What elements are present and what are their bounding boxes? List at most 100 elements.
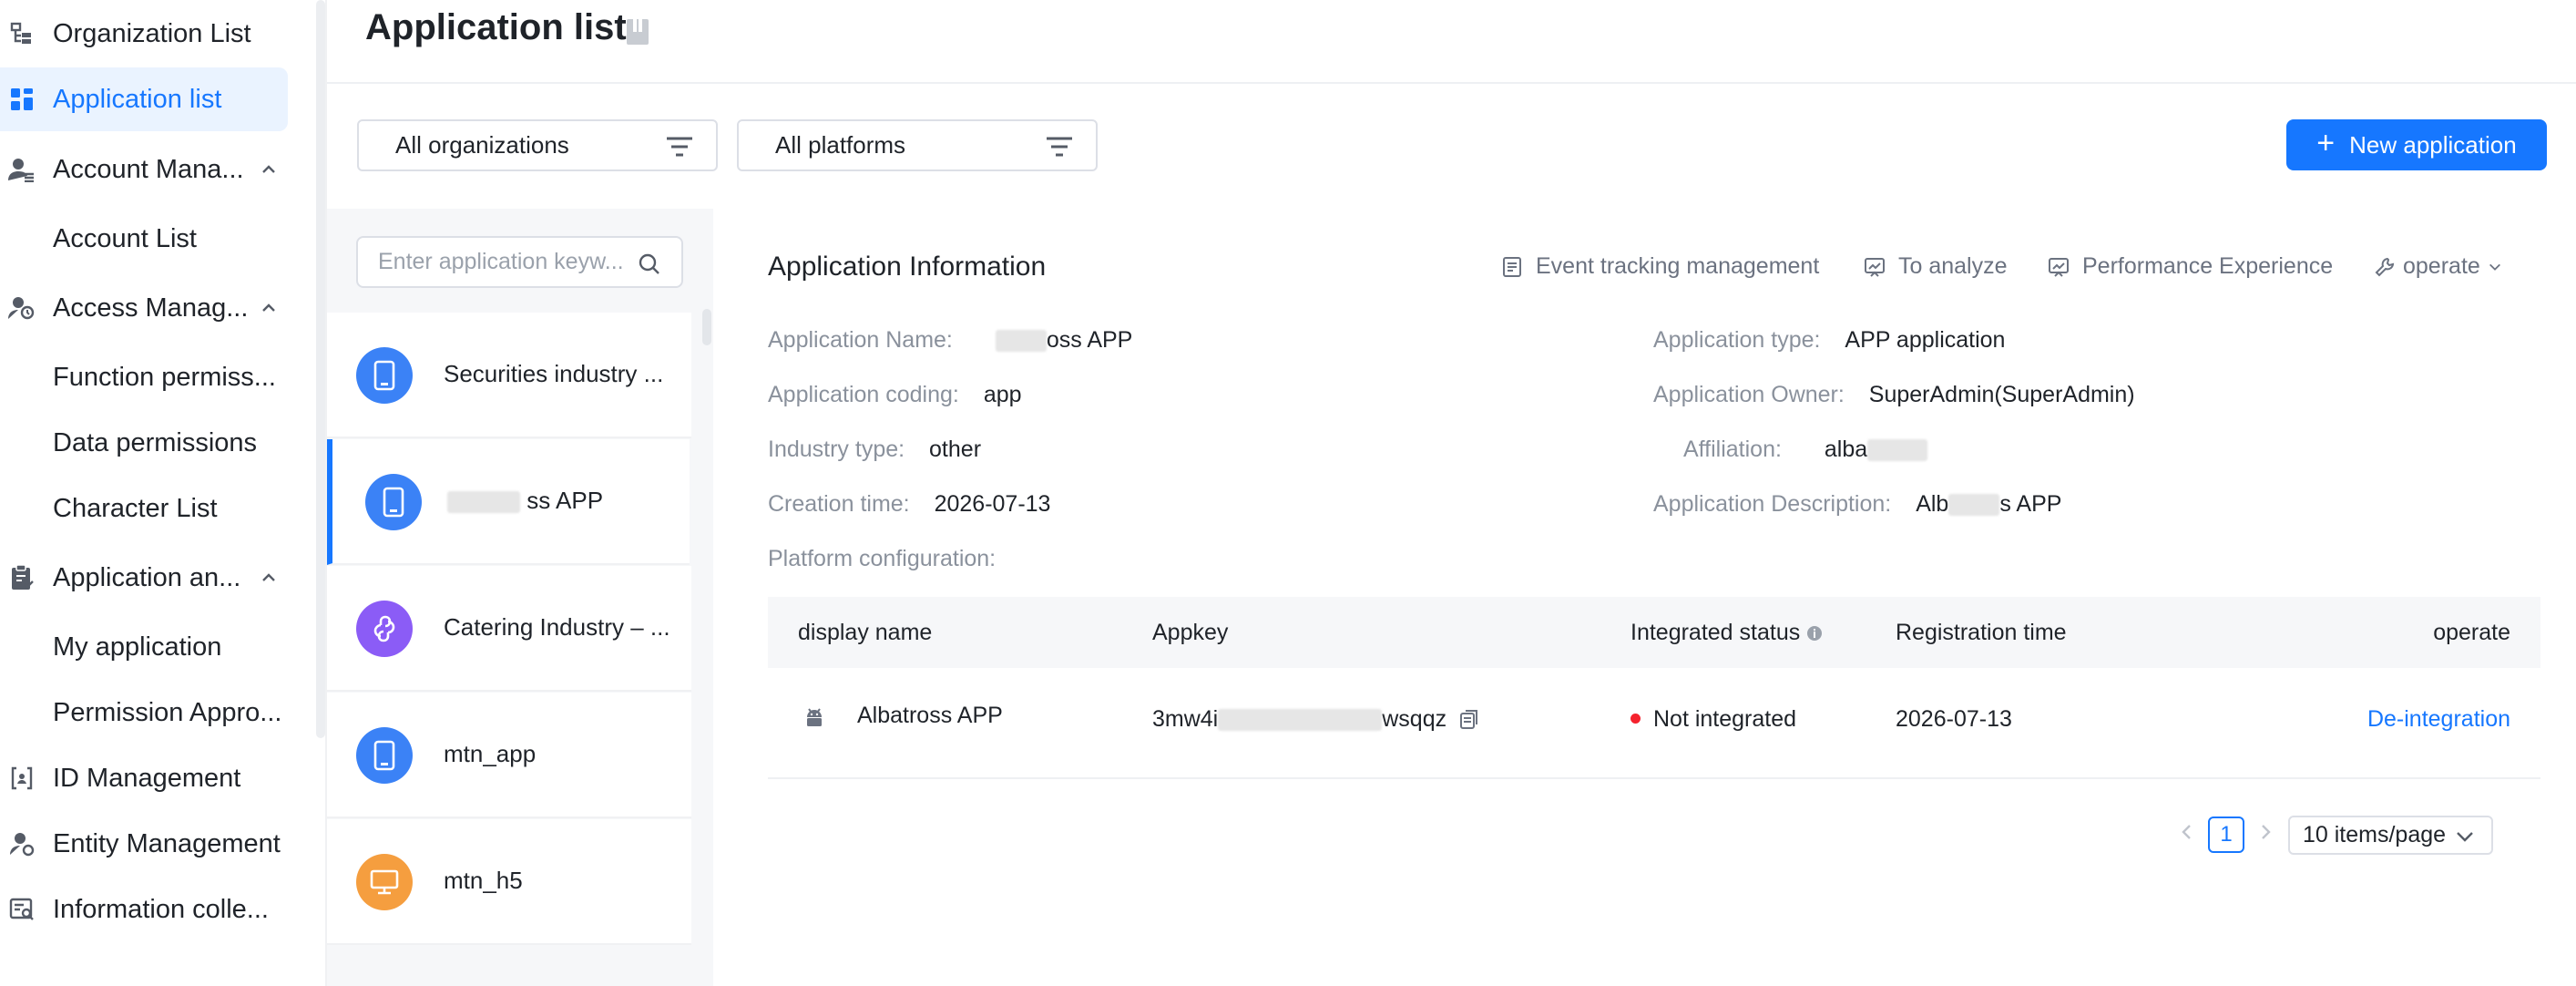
id-icon: [7, 764, 36, 793]
sidebar-item-account-list[interactable]: Account List: [0, 207, 288, 271]
filter-icon: [667, 137, 692, 157]
status-dot: [1630, 713, 1641, 724]
field-creation-time: Creation time: 2026-07-13: [768, 491, 1051, 517]
column-display-name: display name: [798, 620, 933, 645]
organization-filter[interactable]: All organizations: [357, 119, 718, 171]
doc-icon[interactable]: [626, 18, 649, 46]
table-row: Albatross APP 3mw4i wsqqz Not integrated …: [768, 668, 2540, 779]
sidebar-item-label: Permission Appro...: [53, 697, 282, 727]
field-application-coding: Application coding: app: [768, 382, 1022, 407]
field-application-type: Application type: APP application: [1653, 327, 2006, 353]
sidebar-item-access-management[interactable]: Access Manag...: [0, 276, 288, 340]
sidebar-scrollbar[interactable]: [316, 0, 325, 738]
mobile-app-icon: [365, 474, 422, 530]
to-analyze-link[interactable]: To analyze: [1864, 253, 2008, 280]
info-icon[interactable]: [1806, 625, 1823, 642]
sidebar-item-id-management[interactable]: ID Management: [0, 746, 288, 810]
app-list-item[interactable]: mtn_app: [327, 693, 691, 818]
sidebar-item-label: Account List: [53, 223, 197, 253]
sidebar-item-label: Application an...: [53, 562, 241, 592]
sidebar-item-label: Information colle...: [53, 894, 269, 924]
page-size-select[interactable]: 10 items/page: [2288, 816, 2493, 855]
sidebar-item-label: Application list: [53, 84, 222, 114]
application-search-input[interactable]: Enter application keyw...: [356, 236, 683, 288]
sidebar-item-function-permissions[interactable]: Function permiss...: [0, 345, 288, 409]
sidebar: Organization List Application list Accou…: [0, 0, 325, 986]
sidebar-item-application-list[interactable]: Application list: [0, 67, 288, 131]
sidebar-item-label: My application: [53, 632, 222, 662]
page-1-button[interactable]: 1: [2208, 817, 2244, 853]
search-icon[interactable]: [638, 252, 661, 276]
mobile-app-icon: [356, 727, 413, 784]
analyze-icon: [1865, 257, 1885, 277]
column-operate: operate: [2433, 620, 2510, 645]
app-list-item[interactable]: Catering Industry – ...: [327, 566, 691, 692]
new-application-label: New application: [2349, 130, 2517, 159]
sidebar-item-data-permissions[interactable]: Data permissions: [0, 411, 288, 475]
app-list-item[interactable]: mtn_h5: [327, 819, 691, 945]
sidebar-item-label: Access Manag...: [53, 293, 249, 323]
application-information-title: Application Information: [768, 252, 1047, 282]
chevron-up-icon[interactable]: [259, 159, 279, 180]
page-header: Application list: [327, 0, 2576, 84]
app-list-item[interactable]: Securities industry ...: [327, 313, 691, 438]
sidebar-item-organization-list[interactable]: Organization List: [0, 2, 288, 66]
cell-display-name: Albatross APP: [857, 703, 1003, 728]
page-title: Application list: [365, 7, 627, 47]
plus-icon: +: [2316, 126, 2336, 160]
organization-filter-value: All organizations: [395, 131, 569, 159]
app-name: mtn_app: [444, 740, 537, 767]
cell-appkey: 3mw4i wsqqz: [1152, 706, 1480, 733]
sidebar-item-permission-approval[interactable]: Permission Appro...: [0, 681, 288, 745]
search-placeholder: Enter application keyw...: [378, 249, 624, 274]
operate-dropdown[interactable]: operate: [2374, 253, 2502, 280]
next-page-icon[interactable]: [2255, 822, 2275, 842]
field-application-description: Application Description: Alb s APP: [1653, 491, 2062, 517]
app-list-scrollbar[interactable]: [702, 309, 711, 345]
sidebar-item-my-application[interactable]: My application: [0, 615, 288, 679]
grid-icon: [7, 85, 36, 114]
app-name: Securities industry ...: [444, 360, 664, 387]
sidebar-item-label: ID Management: [53, 763, 241, 793]
app-list-item-selected[interactable]: ss APP: [327, 439, 690, 565]
performance-experience-link[interactable]: Performance Experience: [2048, 253, 2333, 280]
field-affiliation: Affiliation: alba: [1683, 437, 1928, 463]
account-icon: [7, 155, 36, 184]
sidebar-item-information-collection[interactable]: Information colle...: [0, 878, 288, 941]
sidebar-item-entity-management[interactable]: Entity Management: [0, 812, 288, 876]
entity-icon: [7, 829, 36, 858]
sidebar-item-application-approval[interactable]: Application an...: [0, 546, 288, 610]
field-platform-configuration: Platform configuration:: [768, 546, 997, 571]
cell-registration-time: 2026-07-13: [1896, 706, 2012, 732]
cell-integrated-status: Not integrated: [1630, 706, 1796, 733]
sidebar-item-label: Character List: [53, 493, 218, 523]
miniprogram-icon: [356, 601, 413, 657]
field-application-name: Application Name: oss APP: [768, 327, 1133, 353]
info-collect-icon: [7, 895, 36, 924]
platform-filter[interactable]: All platforms: [737, 119, 1098, 171]
sidebar-item-character-list[interactable]: Character List: [0, 477, 288, 540]
sidebar-item-label: Function permiss...: [53, 362, 276, 392]
web-app-icon: [356, 854, 413, 910]
mobile-app-icon: [356, 347, 413, 404]
filter-icon: [1047, 137, 1072, 157]
copy-icon[interactable]: [1458, 709, 1480, 731]
access-icon: [7, 293, 36, 323]
platform-table-header: display name Appkey Integrated status Re…: [768, 597, 2540, 668]
column-appkey: Appkey: [1152, 620, 1229, 645]
de-integration-link[interactable]: De-integration: [2367, 706, 2510, 733]
chevron-up-icon[interactable]: [259, 298, 279, 318]
document-list-icon: [1503, 256, 1521, 277]
event-tracking-link[interactable]: Event tracking management: [1501, 253, 1819, 280]
platform-filter-value: All platforms: [775, 131, 906, 159]
prev-page-icon[interactable]: [2177, 822, 2197, 842]
sidebar-item-account-management[interactable]: Account Mana...: [0, 138, 288, 201]
android-icon: [807, 708, 822, 726]
app-name: ss APP: [447, 487, 684, 515]
chevron-up-icon[interactable]: [259, 568, 279, 588]
field-industry-type: Industry type: other: [768, 437, 982, 462]
app-name: mtn_h5: [444, 867, 523, 894]
sidebar-item-label: Entity Management: [53, 828, 281, 858]
new-application-button[interactable]: + New application: [2286, 119, 2547, 170]
performance-icon: [2049, 257, 2069, 277]
